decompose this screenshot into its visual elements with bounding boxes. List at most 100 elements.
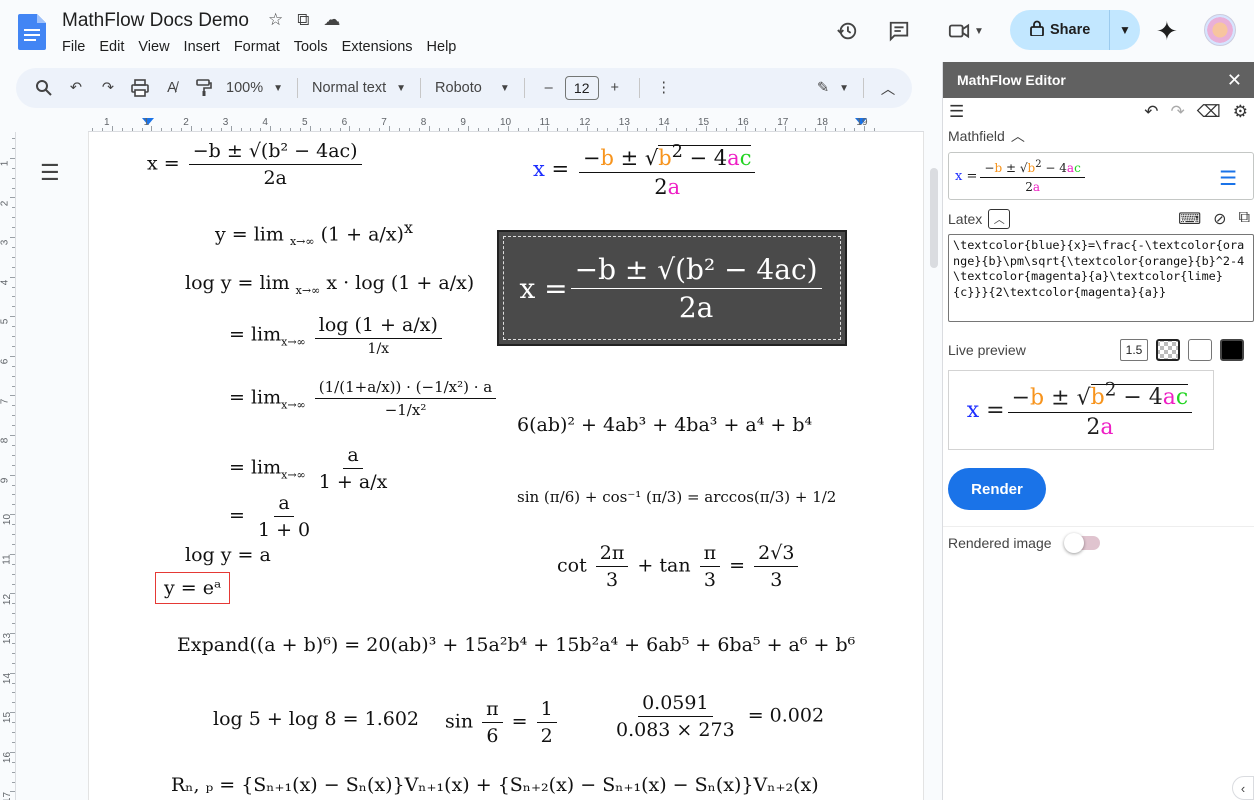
chevron-up-icon[interactable]: ︿ xyxy=(988,209,1011,229)
ruler-number: 7 xyxy=(0,398,11,404)
fraction: a 1 + a/x xyxy=(315,444,392,493)
copy-icon[interactable]: ⧉ xyxy=(1239,209,1250,229)
document-scrollbar[interactable] xyxy=(930,168,938,268)
ruler-tick xyxy=(10,751,15,753)
close-icon[interactable]: ✕ xyxy=(1227,70,1242,91)
menu-edit[interactable]: Edit xyxy=(99,38,124,56)
formula-step-4[interactable]: = limx→∞ (1/(1+a/x)) · (−1/x²) · a −1/x² xyxy=(229,378,499,419)
meet-icon[interactable]: ▼ xyxy=(942,18,990,44)
formula-ratio[interactable]: 0.0591 0.083 × 273 = 0.002 xyxy=(609,692,824,741)
eraser-icon[interactable]: ⌫ xyxy=(1197,102,1221,122)
cloud-status-icon[interactable]: ☁ xyxy=(323,10,340,30)
clear-format-icon[interactable]: ⊘ xyxy=(1213,209,1226,229)
formula-step-6[interactable]: = a 1 + 0 xyxy=(229,492,317,541)
menu-file[interactable]: File xyxy=(62,38,85,56)
document-outline-icon[interactable]: ☰ xyxy=(40,160,60,186)
font-size-input[interactable]: 12 xyxy=(564,76,599,100)
formula-quadratic[interactable]: x = −b ± √(b² − 4ac) 2a xyxy=(147,140,365,189)
print-icon[interactable] xyxy=(126,74,154,102)
mathfield-input[interactable]: x = −b ± √b2 − 4ac 2a ☰ xyxy=(948,152,1254,200)
paint-format-icon[interactable] xyxy=(190,74,218,102)
increase-font-size-button[interactable]: + xyxy=(601,74,629,102)
menu-extensions[interactable]: Extensions xyxy=(342,38,413,56)
ruler-tick xyxy=(12,425,15,427)
spellcheck-icon[interactable]: A̸ xyxy=(158,74,186,102)
white-bg-option[interactable] xyxy=(1188,339,1212,361)
formula-log-limit[interactable]: log y = lim x→∞ x · log (1 + a/x) xyxy=(185,272,474,297)
history-icon[interactable] xyxy=(834,18,860,44)
share-button[interactable]: Share ▼ xyxy=(1010,10,1140,50)
editing-mode-select[interactable]: ✎ ▼ xyxy=(811,74,855,102)
star-icon[interactable]: ☆ xyxy=(268,10,283,30)
formula-quadratic-colored[interactable]: x = −b ± √b2 − 4ac 2a xyxy=(533,142,758,199)
collapse-menus-icon[interactable]: ︿ xyxy=(874,74,902,102)
menu-insert[interactable]: Insert xyxy=(184,38,220,56)
numerator: π xyxy=(699,542,721,567)
formula-log-y-a[interactable]: log y = a xyxy=(185,544,271,566)
share-dropdown-icon[interactable]: ▼ xyxy=(1110,23,1140,37)
gemini-icon[interactable]: ✦ xyxy=(1156,16,1178,47)
ruler-number: 3 xyxy=(0,239,11,246)
fraction: π 6 xyxy=(482,698,503,747)
font-select[interactable]: Roboto ▼ xyxy=(429,74,516,102)
render-button[interactable]: Render xyxy=(948,468,1046,510)
ruler-tick xyxy=(12,336,15,337)
formula-rnp[interactable]: Rₙ, ₚ = {Sₙ₊₁(x) − Sₙ(x)}Vₙ₊₁(x) + {Sₙ₊₂… xyxy=(171,774,819,796)
menu-icon[interactable]: ☰ xyxy=(949,102,964,122)
comment-icon[interactable] xyxy=(886,18,912,44)
latex-textarea[interactable]: \textcolor{blue}{x}=\frac{-\textcolor{or… xyxy=(948,234,1254,322)
ruler-tick xyxy=(181,128,183,131)
search-menus-icon[interactable] xyxy=(30,74,58,102)
latex-section-label[interactable]: Latex ︿ xyxy=(948,209,1011,229)
formula-trig-1[interactable]: sin (π/6) + cos⁻¹ (π/3) = arccos(π/3) + … xyxy=(517,488,836,506)
avatar[interactable] xyxy=(1204,14,1236,46)
formula-step-3[interactable]: = limx→∞ log (1 + a/x) 1/x xyxy=(229,314,445,357)
keyboard-icon[interactable]: ⌨ xyxy=(1178,209,1201,229)
rendered-equation-image[interactable]: x = −b ± √(b² − 4ac) 2a xyxy=(497,230,847,346)
vertical-ruler[interactable]: 1 2 3 4 5 6 7 8 9 10 11 12 13 14 15 16 17 xyxy=(0,132,16,800)
transparent-bg-option[interactable] xyxy=(1156,339,1180,361)
docs-logo-icon[interactable] xyxy=(18,14,46,50)
formula-expand[interactable]: Expand((a + b)⁶) = 20(ab)³ + 15a²b⁴ + 15… xyxy=(177,634,855,656)
redo-icon[interactable]: ↷ xyxy=(1170,102,1184,122)
menu-tools[interactable]: Tools xyxy=(294,38,328,56)
share-main[interactable]: Share xyxy=(1010,10,1110,50)
menu-help[interactable]: Help xyxy=(427,38,457,56)
move-folder-icon[interactable]: ⧉ xyxy=(297,10,309,30)
formula-trig-2[interactable]: cot 2π 3 + tan π 3 = 2√3 3 xyxy=(557,542,801,591)
equals: = xyxy=(511,710,528,733)
undo-icon[interactable]: ↶ xyxy=(62,74,90,102)
mathfield-section-label[interactable]: Mathfield ︿ xyxy=(943,126,1254,146)
ruler-tick xyxy=(12,504,15,506)
chevron-left-icon[interactable]: ‹ xyxy=(1232,776,1254,800)
document-page[interactable]: x = −b ± √(b² − 4ac) 2a x = −b ± √b2 − 4… xyxy=(88,132,924,800)
ruler-tick xyxy=(676,128,678,131)
ruler-tick xyxy=(12,623,15,625)
black-bg-option[interactable] xyxy=(1220,339,1244,361)
sym: − 4 xyxy=(689,146,728,170)
preview-zoom-input[interactable]: 1.5 xyxy=(1120,339,1148,361)
limit-sub: x→∞ xyxy=(295,283,321,297)
formula-step-5[interactable]: = limx→∞ a 1 + a/x xyxy=(229,444,394,493)
ruler-tick xyxy=(12,464,15,466)
more-options-icon[interactable]: ⋮ xyxy=(650,74,678,102)
formula-sin-pi-6[interactable]: sin π 6 = 1 2 xyxy=(445,698,560,747)
decrease-font-size-button[interactable]: – xyxy=(535,74,563,102)
virtual-keyboard-menu-icon[interactable]: ☰ xyxy=(1219,166,1237,190)
rendered-image-toggle[interactable] xyxy=(1063,533,1100,553)
undo-icon[interactable]: ↶ xyxy=(1144,102,1158,122)
formula-y-ea-selected[interactable]: y = eᵃ xyxy=(155,572,231,604)
formula-limit-1[interactable]: y = lim x→∞ (1 + a/x)x xyxy=(215,218,413,248)
ruler-tick xyxy=(10,355,15,357)
zoom-select[interactable]: 100% ▼ xyxy=(220,74,289,102)
ruler-tick xyxy=(12,543,15,545)
style-select[interactable]: Normal text ▼ xyxy=(306,74,412,102)
redo-icon[interactable]: ↷ xyxy=(94,74,122,102)
settings-history-icon[interactable]: ⚙ xyxy=(1233,102,1248,122)
menu-format[interactable]: Format xyxy=(234,38,280,56)
formula-log-sum[interactable]: log 5 + log 8 = 1.602 xyxy=(213,708,419,730)
horizontal-ruler[interactable]: 1 1 2 3 4 5 6 7 8 9 10 11 12 13 14 15 16 17 18 19 xyxy=(88,116,924,132)
doc-title[interactable]: MathFlow Docs Demo xyxy=(62,10,249,32)
menu-view[interactable]: View xyxy=(138,38,169,56)
formula-polynomial[interactable]: 6(ab)² + 4ab³ + 4ba³ + a⁴ + b⁴ xyxy=(517,414,812,436)
